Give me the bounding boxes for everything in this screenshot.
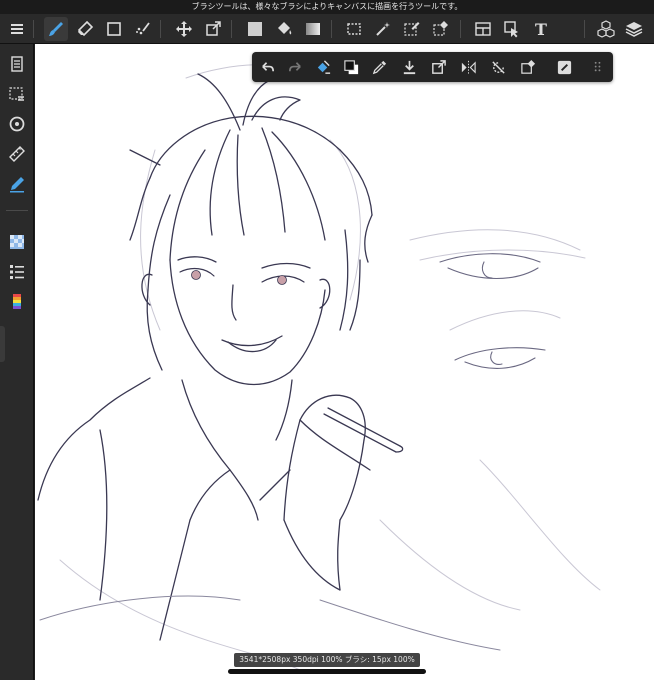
panel-divide-icon[interactable] [471,17,495,41]
sub-toolbar [252,52,613,82]
text-icon[interactable]: T [529,17,553,41]
canvas-info-text: 3541*2508px 350dpi 100% ブラシ: 15px 100% [239,655,415,664]
bucket-icon[interactable] [272,17,296,41]
download-icon[interactable] [397,55,421,79]
tool-hint-bar: ブラシツールは、様々なブラシによりキャンバスに描画を行うツールです。 [0,0,654,14]
layers-icon[interactable] [622,17,646,41]
rotate-icon[interactable] [486,55,510,79]
square-icon[interactable] [102,17,126,41]
pen-icon[interactable] [5,172,29,196]
operation-icon[interactable] [500,17,524,41]
fill-square-icon[interactable] [243,17,267,41]
eraser-icon[interactable] [73,17,97,41]
svg-text:T: T [535,20,547,38]
eyedropper-icon[interactable] [367,55,391,79]
magic-wand-icon[interactable] [371,17,395,41]
move-icon[interactable] [172,17,196,41]
selection-icon[interactable] [342,17,366,41]
drawing-canvas[interactable] [35,44,654,680]
menu-icon[interactable] [5,17,29,41]
side-panel-grip[interactable] [0,326,5,362]
dotted-selection-icon[interactable] [5,82,29,106]
main-toolbar: T [0,14,654,44]
gradation-icon[interactable] [301,17,325,41]
flip-icon[interactable] [456,55,480,79]
export-icon[interactable] [426,55,450,79]
color-swap-icon[interactable] [339,55,363,79]
side-toolbar [0,44,34,680]
fill-clear-icon[interactable] [311,55,335,79]
status-bar: 3541*2508px 350dpi 100% ブラシ: 15px 100% [234,653,420,667]
snap-icon[interactable] [5,112,29,136]
select-pen-icon[interactable] [400,17,424,41]
select-eraser-icon[interactable] [429,17,453,41]
brush-icon[interactable] [44,17,68,41]
redo-icon[interactable] [283,55,307,79]
home-indicator[interactable] [228,669,426,674]
sketch-artwork [37,64,601,671]
tool-hint-text: ブラシツールは、様々なブラシによりキャンバスに描画を行うツールです。 [191,2,463,11]
effect-brush-icon[interactable] [131,17,155,41]
palette-icon[interactable] [5,290,29,314]
transform-icon[interactable] [201,17,225,41]
brush-list-icon[interactable] [5,260,29,284]
color-tile-icon[interactable] [5,230,29,254]
grip-icon[interactable] [586,55,610,79]
undo-icon[interactable] [255,55,279,79]
ruler-icon[interactable] [5,142,29,166]
edit-box-icon[interactable] [552,55,576,79]
clear-layer-icon[interactable] [516,55,540,79]
cubes-icon[interactable] [594,17,618,41]
pages-icon[interactable] [5,52,29,76]
